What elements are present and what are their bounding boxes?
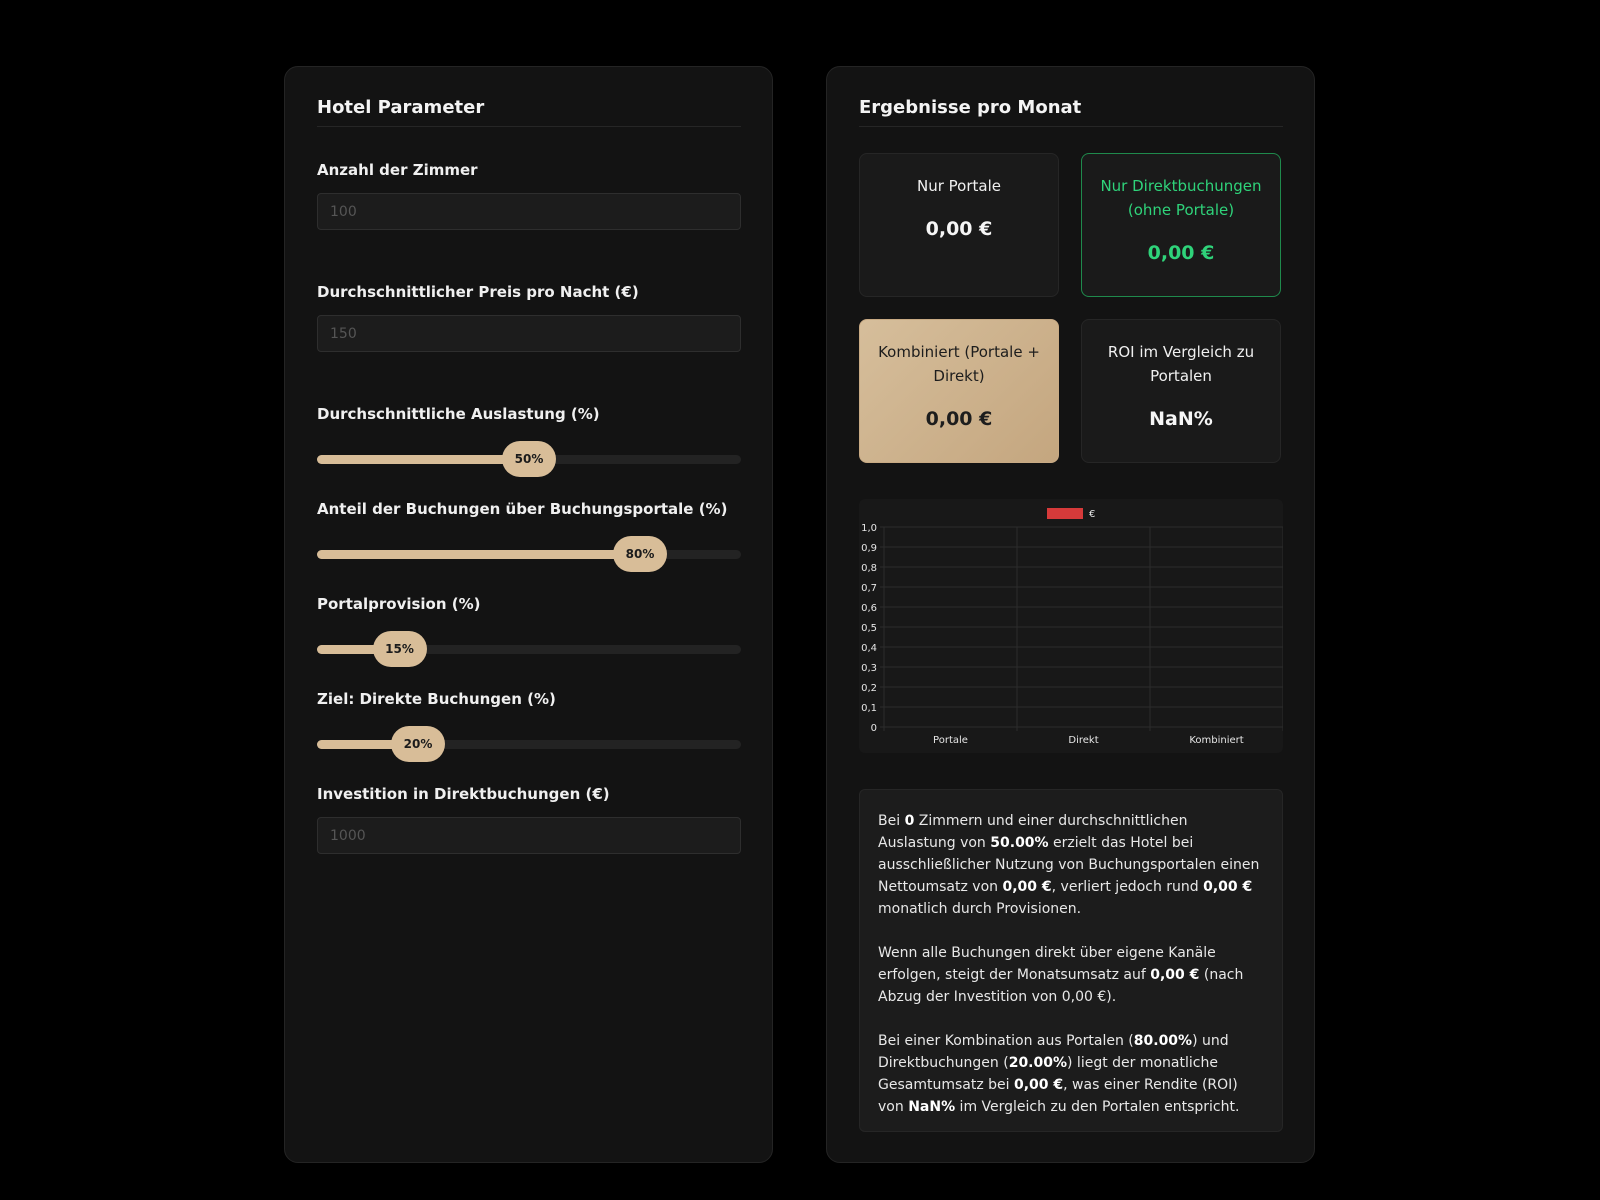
y-tick-label: 0,8 xyxy=(861,563,877,574)
summary-value: 20.00% xyxy=(1008,1055,1068,1071)
summary-paragraph-1: Bei 0 Zimmern und einer durchschnittlich… xyxy=(878,810,1264,920)
x-tick-label: Portale xyxy=(933,735,968,746)
legend-label: € xyxy=(1089,509,1095,520)
slider-thumb[interactable]: 20% xyxy=(391,726,445,762)
revenue-chart: €1,0 0,9 0,8 0,7 0,6 0,5 0,4 0,3 0,2 0,1 0 Portale D… xyxy=(859,499,1283,753)
y-tick-label: 0,5 xyxy=(861,623,877,634)
slider-thumb[interactable]: 15% xyxy=(372,631,427,667)
slider-fill xyxy=(317,455,529,464)
rooms-input[interactable] xyxy=(317,193,741,230)
slider-thumb[interactable]: 80% xyxy=(613,536,667,572)
slider-thumb[interactable]: 50% xyxy=(502,441,556,477)
y-tick-label: 0,2 xyxy=(861,683,877,694)
combined-card-value: 0,00 € xyxy=(925,408,993,430)
summary-text-segment: monatlich durch Provisionen. xyxy=(878,901,1082,917)
results-panel: Ergebnisse pro Monat Nur Portale 0,00 € … xyxy=(826,66,1315,1163)
hotel-parameters-panel: Hotel Parameter Anzahl der Zimmer Durchs… xyxy=(284,66,773,1163)
y-tick-label: 0,3 xyxy=(861,663,877,674)
summary-value: 0,00 € xyxy=(1002,879,1052,895)
parameters-title: Hotel Parameter xyxy=(317,97,741,127)
results-title: Ergebnisse pro Monat xyxy=(859,97,1283,127)
summary-value: NaN% xyxy=(908,1099,956,1115)
roi-card: ROI im Vergleich zu Portalen NaN% xyxy=(1081,319,1281,463)
summary-paragraph-3: Bei einer Kombination aus Portalen (80.0… xyxy=(878,1030,1264,1118)
occupancy-label: Durchschnittliche Auslastung (%) xyxy=(317,405,600,423)
summary-text-segment: Bei xyxy=(878,813,905,829)
portal-share-label: Anteil der Buchungen über Buchungsportal… xyxy=(317,500,728,518)
legend-swatch xyxy=(1047,508,1083,519)
combined-card: Kombiniert (Portale + Direkt) 0,00 € xyxy=(859,319,1059,463)
x-tick-label: Direkt xyxy=(1068,735,1098,746)
occupancy-slider[interactable]: 50% xyxy=(317,441,741,477)
roi-card-label: ROI im Vergleich zu Portalen xyxy=(1107,343,1255,385)
portal-share-slider[interactable]: 80% xyxy=(317,536,741,572)
direct-target-slider[interactable]: 20% xyxy=(317,726,741,762)
investment-label: Investition in Direktbuchungen (€) xyxy=(317,785,610,803)
y-tick-label: 0,1 xyxy=(861,703,877,714)
summary-value: 0,00 € xyxy=(1150,967,1200,983)
summary-value: 50.00% xyxy=(990,835,1049,851)
y-tick-label: 0,9 xyxy=(861,543,877,554)
y-tick-label: 0 xyxy=(871,723,877,734)
portals-card-value: 0,00 € xyxy=(925,218,993,240)
direct-card-value: 0,00 € xyxy=(1147,242,1215,264)
summary-value: 0,00 € xyxy=(1013,1077,1064,1093)
roi-card-value: NaN% xyxy=(1149,408,1213,430)
summary-value: 0 xyxy=(904,813,915,829)
summary-text-segment: Bei einer Kombination aus Portalen ( xyxy=(878,1033,1134,1049)
portals-card-label: Nur Portale xyxy=(917,177,1001,195)
chart-svg: €1,0 0,9 0,8 0,7 0,6 0,5 0,4 0,3 0,2 0,1 0 Portale D… xyxy=(861,508,1283,746)
y-tick-label: 0,7 xyxy=(861,583,877,594)
summary-value: 80.00% xyxy=(1133,1033,1193,1049)
price-input[interactable] xyxy=(317,315,741,352)
portals-card: Nur Portale 0,00 € xyxy=(859,153,1059,297)
summary-text-segment: , verliert jedoch rund xyxy=(1051,879,1204,895)
price-label: Durchschnittlicher Preis pro Nacht (€) xyxy=(317,283,639,301)
summary-text-segment: im Vergleich zu den Portalen entspricht. xyxy=(955,1099,1240,1115)
commission-slider[interactable]: 15% xyxy=(317,631,741,667)
direct-card-label: Nur Direktbuchungen (ohne Portale) xyxy=(1100,177,1262,219)
y-tick-label: 0,6 xyxy=(861,603,877,614)
y-tick-label: 1,0 xyxy=(861,523,877,534)
summary-text: Bei 0 Zimmern und einer durchschnittlich… xyxy=(859,789,1283,1132)
summary-value: 0,00 € xyxy=(1203,879,1253,895)
direct-target-label: Ziel: Direkte Buchungen (%) xyxy=(317,690,556,708)
slider-fill xyxy=(317,550,640,559)
combined-card-label: Kombiniert (Portale + Direkt) xyxy=(878,343,1040,385)
direct-card: Nur Direktbuchungen (ohne Portale) 0,00 … xyxy=(1081,153,1281,297)
x-tick-label: Kombiniert xyxy=(1189,735,1243,746)
commission-label: Portalprovision (%) xyxy=(317,595,481,613)
y-tick-label: 0,4 xyxy=(861,643,877,654)
rooms-label: Anzahl der Zimmer xyxy=(317,161,478,179)
investment-input[interactable] xyxy=(317,817,741,854)
summary-paragraph-2: Wenn alle Buchungen direkt über eigene K… xyxy=(878,942,1264,1008)
